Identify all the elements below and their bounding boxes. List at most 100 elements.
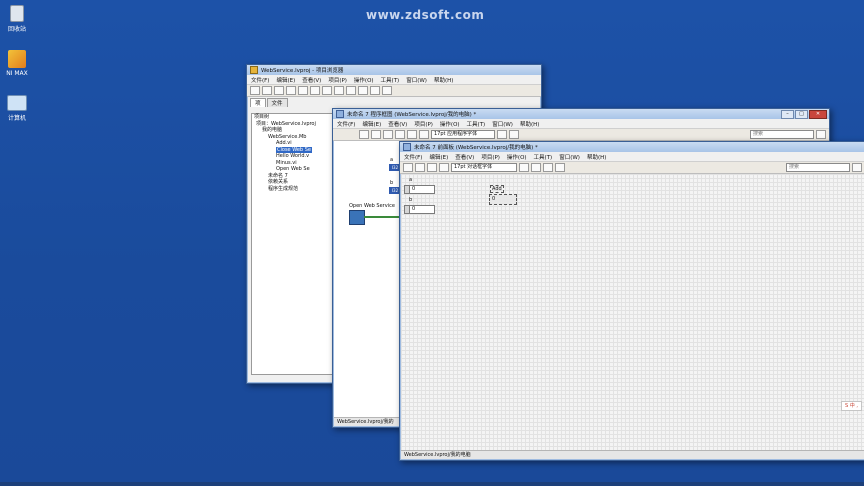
project-tree: 项目树 项目：WebService.lvproj 我的电脑 WebService… [251, 113, 337, 375]
menu-window[interactable]: 窗口(W) [492, 120, 513, 128]
font-select[interactable]: 17pt 应用程序字体 [431, 130, 495, 139]
control-a-label: a [409, 177, 413, 183]
taskbar [0, 482, 864, 486]
front-panel-menubar: 文件(F) 编辑(E) 查看(V) 项目(P) 操作(O) 工具(T) 窗口(W… [400, 152, 864, 161]
menu-file[interactable]: 文件(F) [251, 76, 269, 84]
menu-help[interactable]: 帮助(H) [434, 76, 453, 84]
highlight-icon[interactable] [407, 130, 417, 139]
menu-operate[interactable]: 操作(O) [440, 120, 460, 128]
run-continuous-icon[interactable] [415, 163, 425, 172]
abort-icon[interactable] [427, 163, 437, 172]
font-select[interactable]: 17pt 对话框字体 [451, 163, 517, 172]
computer-icon [7, 95, 27, 111]
distribute-icon[interactable] [531, 163, 541, 172]
menu-project[interactable]: 项目(P) [481, 153, 500, 161]
project-menubar: 文件(F) 编辑(E) 查看(V) 项目(P) 操作(O) 工具(T) 窗口(W… [247, 75, 541, 84]
terminal-a-label: a [390, 157, 394, 163]
menu-operate[interactable]: 操作(O) [354, 76, 374, 84]
block-diagram-titlebar[interactable]: 未命名 7 程序框图 (WebService.lvproj/我的电脑) * – … [333, 109, 829, 119]
abort-icon[interactable] [383, 130, 393, 139]
block-diagram-icon [336, 110, 344, 118]
delete-icon[interactable] [322, 86, 332, 95]
align-icon[interactable] [497, 130, 507, 139]
run-icon[interactable] [403, 163, 413, 172]
distribute-icon[interactable] [509, 130, 519, 139]
run-icon[interactable] [359, 130, 369, 139]
minimize-button[interactable]: – [781, 110, 794, 119]
deploy-icon[interactable] [346, 86, 356, 95]
menu-help[interactable]: 帮助(H) [520, 120, 539, 128]
front-panel-toolbar: 17pt 对话框字体 搜索 [400, 161, 864, 174]
step-icon[interactable] [419, 130, 429, 139]
search-input[interactable]: 搜索 [750, 130, 814, 139]
menu-tools[interactable]: 工具(T) [467, 120, 486, 128]
tree-item-build-specs[interactable]: 程序生成规范 [254, 186, 336, 193]
menu-help[interactable]: 帮助(H) [587, 153, 606, 161]
desktop-icon-computer[interactable]: 计算机 [0, 95, 34, 122]
menu-file[interactable]: 文件(F) [404, 153, 422, 161]
tab-files[interactable]: 文件 [266, 98, 288, 107]
paste-icon[interactable] [310, 86, 320, 95]
menu-file[interactable]: 文件(F) [337, 120, 355, 128]
align-icon[interactable] [519, 163, 529, 172]
menu-view[interactable]: 查看(V) [388, 120, 407, 128]
pause-icon[interactable] [439, 163, 449, 172]
menu-view[interactable]: 查看(V) [302, 76, 321, 84]
menu-edit[interactable]: 编辑(E) [429, 153, 448, 161]
project-icon [250, 66, 258, 74]
front-panel-window[interactable]: 未命名 7 前面板 (WebService.lvproj/我的电脑) * 文件(… [399, 141, 864, 461]
menu-edit[interactable]: 编辑(E) [362, 120, 381, 128]
help-icon[interactable] [816, 130, 826, 139]
terminal-b-label: b [390, 180, 394, 186]
menu-project[interactable]: 项目(P) [414, 120, 433, 128]
open-web-service-node[interactable] [349, 210, 365, 225]
help-icon[interactable] [852, 163, 862, 172]
menu-view[interactable]: 查看(V) [455, 153, 474, 161]
open-icon[interactable] [262, 86, 272, 95]
wire [364, 216, 400, 218]
desktop-icon-label: NI MAX [6, 70, 28, 77]
control-b-label: b [409, 197, 413, 203]
watermark-text: www.zdsoft.com [366, 8, 485, 22]
build-icon[interactable] [334, 86, 344, 95]
refresh-icon[interactable] [382, 86, 392, 95]
warning-icon[interactable] [370, 86, 380, 95]
desktop-icon-recycle-bin[interactable]: 回收站 [0, 5, 34, 33]
resize-icon[interactable] [543, 163, 553, 172]
close-button[interactable]: ✕ [809, 110, 827, 119]
control-b-input[interactable]: 0 [409, 205, 435, 214]
project-toolbar [247, 84, 541, 97]
front-panel-titlebar[interactable]: 未命名 7 前面板 (WebService.lvproj/我的电脑) * [400, 142, 864, 152]
cut-icon[interactable] [286, 86, 296, 95]
front-panel-canvas[interactable]: a 0 b 0 Add 0 S 中 , [401, 174, 864, 450]
menu-operate[interactable]: 操作(O) [507, 153, 527, 161]
ime-toolbar[interactable]: S 中 , [841, 401, 862, 411]
project-explorer-titlebar[interactable]: WebService.lvproj - 项目浏览器 [247, 65, 541, 75]
save-icon[interactable] [274, 86, 284, 95]
maximize-button[interactable]: □ [795, 110, 808, 119]
indicator-add-label: Add [490, 185, 504, 193]
settings-icon[interactable] [358, 86, 368, 95]
window-title: 未命名 7 程序框图 (WebService.lvproj/我的电脑) * [347, 112, 477, 118]
menu-tools[interactable]: 工具(T) [381, 76, 400, 84]
menu-project[interactable]: 项目(P) [328, 76, 347, 84]
desktop-icon-ni-max[interactable]: NI MAX [0, 50, 34, 77]
run-continuous-icon[interactable] [371, 130, 381, 139]
pause-icon[interactable] [395, 130, 405, 139]
front-panel-icon [403, 143, 411, 151]
tree-item-close-web-service[interactable]: Close Web Se [276, 146, 312, 153]
search-input[interactable]: 搜索 [786, 163, 850, 172]
project-tabs: 项 文件 [247, 97, 541, 107]
reorder-icon[interactable] [555, 163, 565, 172]
copy-icon[interactable] [298, 86, 308, 95]
new-icon[interactable] [250, 86, 260, 95]
control-a-input[interactable]: 0 [409, 185, 435, 194]
menu-window[interactable]: 窗口(W) [406, 76, 427, 84]
tab-items[interactable]: 项 [250, 98, 266, 107]
menu-window[interactable]: 窗口(W) [559, 153, 580, 161]
desktop-icon-label: 回收站 [7, 26, 26, 33]
menu-tools[interactable]: 工具(T) [534, 153, 553, 161]
desktop-icon-label: 计算机 [7, 115, 26, 122]
window-title: WebService.lvproj - 项目浏览器 [261, 68, 344, 74]
menu-edit[interactable]: 编辑(E) [276, 76, 295, 84]
